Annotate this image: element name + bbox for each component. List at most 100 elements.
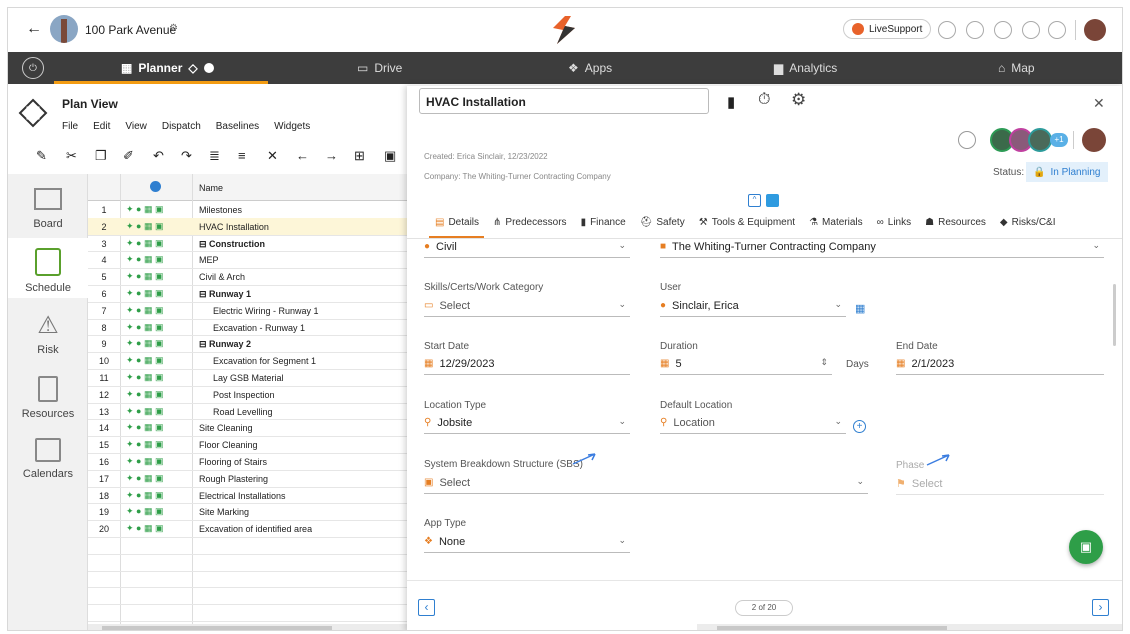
outdent-icon[interactable]: ≡ bbox=[238, 148, 246, 163]
copy-icon[interactable]: ❐ bbox=[95, 148, 107, 164]
arrow-right-icon[interactable]: → bbox=[325, 148, 338, 163]
tab-tools[interactable]: ⚒ Tools & Equipment bbox=[699, 217, 795, 228]
save-button[interactable]: ▣ bbox=[1069, 530, 1103, 564]
tab-planner[interactable]: ▦ Planner ◇ bbox=[121, 52, 214, 84]
clipboard-icon[interactable]: ▣ bbox=[384, 148, 396, 164]
tab-safety[interactable]: ⛑ Safety bbox=[640, 217, 685, 228]
hierarchy-icon[interactable]: ⊞ bbox=[354, 148, 365, 164]
task-name-input[interactable]: HVAC Installation bbox=[419, 88, 709, 114]
sbs-select[interactable]: ▣ Select ⌄ bbox=[424, 472, 868, 494]
timer-icon[interactable]: ⏱ bbox=[758, 91, 770, 109]
collapse-icon[interactable]: ^ bbox=[748, 194, 761, 207]
main-nav: ⏻ ▦ Planner ◇ ▭ Drive ❖ Apps ▆ Analytics ⌂ Map bbox=[8, 52, 1122, 84]
tab-tools-label: Tools & Equipment bbox=[711, 217, 796, 228]
gear-icon[interactable]: ⚙ bbox=[169, 23, 178, 34]
more-avatars-badge[interactable]: +1 bbox=[1050, 133, 1068, 147]
comment-icon[interactable]: ▮ bbox=[727, 93, 735, 111]
menu-baselines[interactable]: Baselines bbox=[216, 121, 259, 132]
rail-calendars[interactable]: Calendars bbox=[8, 424, 88, 484]
prev-button[interactable]: ‹ bbox=[418, 599, 435, 616]
undo-icon[interactable]: ↶ bbox=[153, 148, 164, 164]
finance-icon: ▮ bbox=[580, 217, 587, 228]
sbs-icon: ▣ bbox=[424, 477, 434, 488]
user-avatar[interactable] bbox=[1084, 19, 1106, 41]
tab-details[interactable]: ▤ Details bbox=[435, 217, 479, 228]
arrow-left-icon[interactable]: ← bbox=[296, 148, 309, 163]
next-button[interactable]: › bbox=[1092, 599, 1109, 616]
duration-input[interactable]: ▦ 5 ⇕ bbox=[660, 353, 832, 375]
rail-schedule[interactable]: Schedule bbox=[8, 238, 88, 298]
tab-analytics[interactable]: ▆ Analytics bbox=[774, 52, 837, 84]
phase-select[interactable]: ⚑ Select bbox=[896, 473, 1104, 495]
close-icon[interactable]: ✕ bbox=[1093, 95, 1105, 112]
add-location-icon[interactable]: + bbox=[853, 420, 866, 433]
chat-icon[interactable] bbox=[1048, 21, 1066, 39]
share-icon[interactable] bbox=[958, 131, 976, 149]
panel-scrollbar[interactable] bbox=[1113, 284, 1116, 346]
status-badge[interactable]: 🔒 In Planning bbox=[1026, 162, 1108, 182]
menu-widgets[interactable]: Widgets bbox=[274, 121, 310, 132]
menu-edit[interactable]: Edit bbox=[93, 121, 110, 132]
plan-menu: File Edit View Dispatch Baselines Widget… bbox=[62, 121, 310, 132]
info-icon[interactable] bbox=[150, 181, 161, 192]
trade-select[interactable]: ● Civil ⌄ bbox=[424, 236, 630, 258]
dropdown-icon[interactable] bbox=[203, 63, 214, 73]
tab-risks[interactable]: ◆ Risks/C&I bbox=[1000, 217, 1056, 228]
sbs-value: Select bbox=[439, 476, 471, 489]
menu-dispatch[interactable]: Dispatch bbox=[162, 121, 201, 132]
indent-icon[interactable]: ≣ bbox=[209, 148, 220, 164]
default-location-select[interactable]: ⚲ Location ⌄ bbox=[660, 412, 846, 434]
stepper-icon[interactable]: ⇕ bbox=[820, 357, 828, 368]
user-select[interactable]: ● Sinclair, Erica ⌄ bbox=[660, 295, 846, 317]
row-status-icons: ✦ ● ▦ ▣ bbox=[126, 372, 164, 382]
tab-materials[interactable]: ⚗ Materials bbox=[809, 217, 863, 228]
plan-view-icon bbox=[18, 98, 48, 128]
rail-board[interactable]: Board bbox=[8, 174, 88, 234]
teams-icon[interactable] bbox=[966, 21, 984, 39]
tab-map[interactable]: ⌂ Map bbox=[998, 52, 1035, 84]
team-avatar-3[interactable] bbox=[1028, 128, 1052, 152]
company-select[interactable]: ■ The Whiting-Turner Contracting Company ⌄ bbox=[660, 236, 1104, 258]
rail-resources[interactable]: Resources bbox=[8, 364, 88, 424]
grid-row-line bbox=[88, 537, 408, 538]
power-icon[interactable]: ⏻ bbox=[22, 57, 44, 79]
menu-view[interactable]: View bbox=[125, 121, 147, 132]
row-status-icons: ✦ ● ▦ ▣ bbox=[126, 523, 164, 534]
back-arrow-icon[interactable]: ← bbox=[26, 20, 42, 38]
delete-icon[interactable]: ✕ bbox=[267, 148, 278, 164]
skills-select[interactable]: ▭ Select ⌄ bbox=[424, 295, 630, 317]
tab-links[interactable]: ∞ Links bbox=[877, 217, 912, 228]
settings-icon[interactable] bbox=[1022, 21, 1040, 39]
panel-h-scrollbar[interactable] bbox=[697, 624, 1122, 630]
panel-tabs: ▤ Details ⋔ Predecessors ▮ Finance ⛑ Safety … bbox=[435, 217, 1070, 228]
rail-risk[interactable]: ⚠ Risk bbox=[8, 300, 88, 360]
notes-icon[interactable] bbox=[938, 21, 956, 39]
tab-finance[interactable]: ▮ Finance bbox=[581, 217, 626, 228]
pin-icon[interactable] bbox=[766, 194, 779, 207]
tab-predecessors[interactable]: ⋔ Predecessors bbox=[493, 217, 567, 228]
row-number: 12 bbox=[98, 389, 109, 400]
owner-avatar[interactable] bbox=[1082, 128, 1106, 152]
start-date-input[interactable]: ▦ 12/29/2023 bbox=[424, 353, 630, 375]
row-number: 11 bbox=[99, 373, 109, 383]
menu-file[interactable]: File bbox=[62, 121, 78, 132]
chevron-down-icon: ⌄ bbox=[618, 240, 626, 250]
paint-icon[interactable]: ✐ bbox=[123, 148, 134, 164]
app-type-select[interactable]: ❖ None ⌄ bbox=[424, 531, 630, 553]
settings-gear-icon[interactable]: ⚙ bbox=[791, 90, 806, 110]
created-info: Created: Erica Sinclair, 12/23/2022 bbox=[424, 152, 548, 161]
end-date-input[interactable]: ▦ 2/1/2023 bbox=[896, 353, 1104, 375]
row-status-icons: ✦ ● ▦ ▣ bbox=[126, 439, 164, 450]
tab-drive[interactable]: ▭ Drive bbox=[357, 52, 402, 84]
location-type-select[interactable]: ⚲ Jobsite ⌄ bbox=[424, 412, 630, 434]
tab-apps[interactable]: ❖ Apps bbox=[568, 52, 612, 84]
user-calendar-icon[interactable]: ▦ bbox=[855, 302, 865, 315]
grid-scrollbar[interactable] bbox=[88, 624, 408, 630]
tab-resources[interactable]: ☗ Resources bbox=[925, 217, 986, 228]
pencil-icon[interactable]: ✎ bbox=[36, 148, 47, 164]
livesupport-button[interactable]: LiveSupport bbox=[843, 19, 932, 39]
redo-icon[interactable]: ↷ bbox=[181, 148, 192, 164]
cut-icon[interactable]: ✂ bbox=[66, 148, 77, 164]
active-tab-indicator bbox=[54, 81, 268, 84]
reports-icon[interactable] bbox=[994, 21, 1012, 39]
